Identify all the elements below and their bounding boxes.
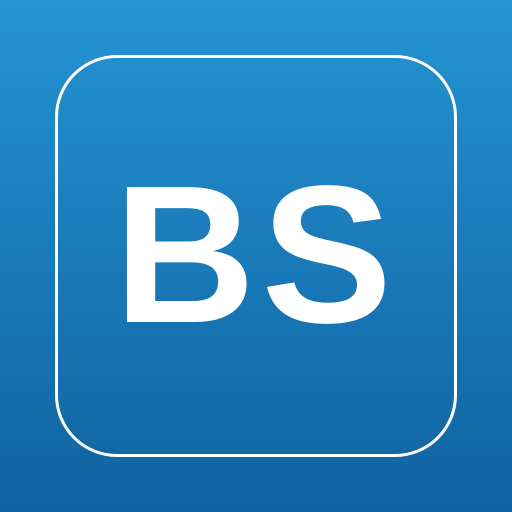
- monogram-text: BS: [113, 145, 399, 364]
- app-icon: BS: [0, 0, 512, 512]
